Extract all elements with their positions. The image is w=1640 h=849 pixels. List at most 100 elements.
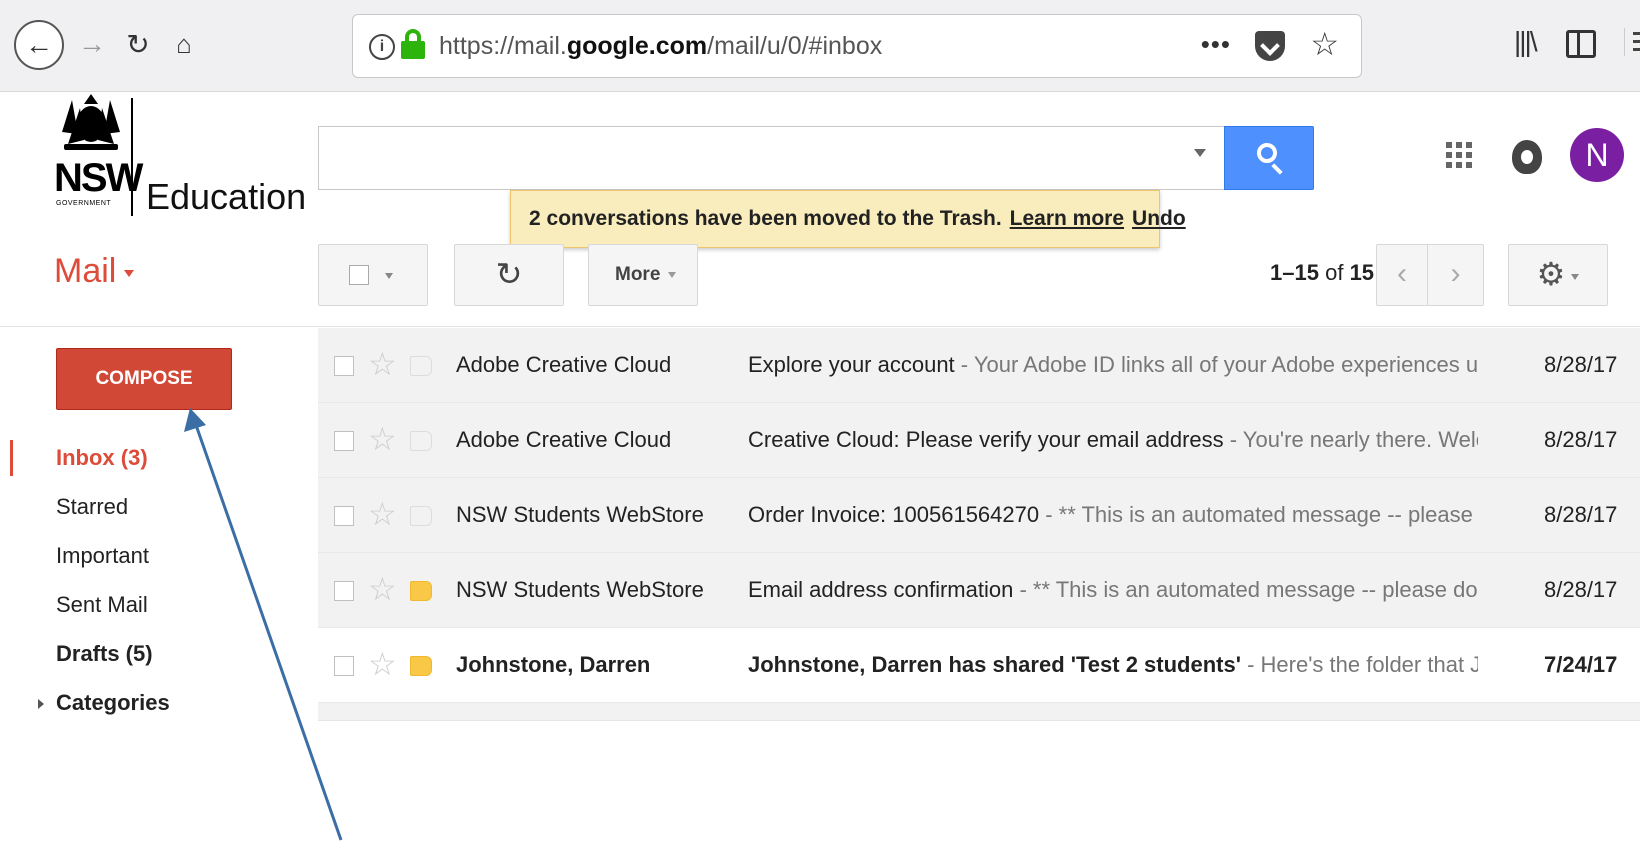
logo-divider <box>131 98 133 216</box>
avatar[interactable]: N <box>1570 128 1624 182</box>
url-text[interactable]: https://mail.google.com/mail/u/0/#inbox <box>439 32 882 61</box>
more-chevron-icon <box>668 271 677 278</box>
select-chevron-icon <box>385 273 393 279</box>
settings-button[interactable]: ⚙ <box>1508 244 1608 306</box>
search-input[interactable] <box>318 126 1226 190</box>
folder-list: Inbox (3) Starred Important Sent Mail Drafts… <box>0 436 300 730</box>
importance-marker-icon[interactable] <box>410 431 432 451</box>
newer-button[interactable]: › <box>1428 244 1484 306</box>
email-subject-line: Explore your account - Your Adobe ID lin… <box>748 328 1478 402</box>
email-subject-line: Order Invoice: 100561564270 - ** This is… <box>748 478 1478 552</box>
email-subject-line: Creative Cloud: Please verify your email… <box>748 403 1478 477</box>
email-snippet: - You're nearly there. Welcome to ( <box>1229 427 1478 452</box>
email-row[interactable]: ☆ NSW Students WebStore Email address conf… <box>318 553 1640 628</box>
email-row[interactable]: ☆ Adobe Creative Cloud Creative Cloud: Ple… <box>318 403 1640 478</box>
page-actions-icon[interactable]: ••• <box>1201 29 1231 60</box>
trash-notification: 2 conversations have been moved to the T… <box>510 190 1186 248</box>
sidebar-item-drafts[interactable]: Drafts (5) <box>0 632 300 681</box>
url-bar[interactable]: i https://mail.google.com/mail/u/0/#inbo… <box>352 14 1362 78</box>
older-button[interactable]: ‹ <box>1376 244 1428 306</box>
info-icon[interactable]: i <box>369 34 395 60</box>
importance-marker-icon[interactable] <box>410 656 432 676</box>
email-sender: NSW Students WebStore <box>456 502 704 527</box>
pocket-icon[interactable] <box>1255 31 1285 61</box>
sidebar-item-label: Sent Mail <box>56 592 148 617</box>
importance-marker-icon[interactable] <box>410 581 432 601</box>
product-name: Education <box>146 176 307 217</box>
chevron-right-icon: › <box>1450 257 1461 290</box>
star-icon[interactable]: ☆ <box>368 346 397 382</box>
email-list: ☆ Adobe Creative Cloud Explore your accoun… <box>318 328 1640 721</box>
email-subject-line: Email address confirmation - ** This is … <box>748 553 1478 627</box>
row-checkbox[interactable] <box>334 581 354 601</box>
library-icon[interactable]: |||\ <box>1514 26 1538 58</box>
row-checkbox[interactable] <box>334 506 354 526</box>
sidebar-toggle-icon[interactable] <box>1566 30 1596 58</box>
home-icon[interactable]: ⌂ <box>164 22 204 66</box>
sidebar-item-label: Categories <box>56 690 170 715</box>
sidebar-item-label: Drafts (5) <box>56 641 153 666</box>
government-text: GOVERNMENT <box>56 200 112 207</box>
sidebar-item-inbox[interactable]: Inbox (3) <box>0 436 300 485</box>
email-sender: Johnstone, Darren <box>456 652 651 677</box>
email-sender: Adobe Creative Cloud <box>456 427 672 452</box>
email-date: 8/28/17 <box>1544 577 1618 602</box>
row-checkbox[interactable] <box>334 356 354 376</box>
more-label: More <box>615 264 661 285</box>
email-row[interactable]: ☆ Johnstone, Darren Johnstone, Darren has … <box>318 628 1640 703</box>
email-snippet: - Here's the folder that Johnstone <box>1247 652 1478 677</box>
email-subject: Order Invoice: 100561564270 <box>748 502 1040 527</box>
nsw-logo[interactable]: NSW GOVERNMENT <box>54 94 143 214</box>
select-all-button[interactable] <box>318 244 428 306</box>
lock-icon[interactable] <box>401 29 425 61</box>
sidebar-item-sent-mail[interactable]: Sent Mail <box>0 583 300 632</box>
reload-icon[interactable]: ↻ <box>118 22 158 66</box>
importance-marker-icon[interactable] <box>410 506 432 526</box>
waratah-icon <box>62 94 120 150</box>
mail-switcher[interactable]: Mail <box>54 252 135 291</box>
learn-more-link[interactable]: Learn more <box>1010 207 1124 230</box>
email-date: 7/24/17 <box>1544 652 1618 677</box>
sidebar-item-label: Inbox (3) <box>56 445 148 470</box>
toast-message: 2 conversations have been moved to the T… <box>529 207 1002 230</box>
chevron-left-icon: ‹ <box>1397 257 1407 290</box>
back-arrow-icon[interactable]: ← <box>14 20 64 70</box>
email-date: 8/28/17 <box>1544 427 1618 452</box>
sidebar-item-important[interactable]: Important <box>0 534 300 583</box>
page-total: 15 <box>1349 260 1375 285</box>
sidebar-item-starred[interactable]: Starred <box>0 485 300 534</box>
forward-arrow-icon[interactable]: → <box>74 24 110 64</box>
compose-button[interactable]: COMPOSE <box>56 348 232 410</box>
star-icon[interactable]: ☆ <box>368 496 397 532</box>
apps-grid-icon[interactable] <box>1446 142 1472 168</box>
star-icon[interactable]: ☆ <box>368 646 397 682</box>
sidebar-item-categories[interactable]: Categories <box>0 681 300 730</box>
hamburger-menu-icon[interactable] <box>1624 28 1640 56</box>
bookmark-star-icon[interactable]: ☆ <box>1310 25 1339 63</box>
nsw-wordmark: NSW <box>54 156 143 200</box>
undo-link[interactable]: Undo <box>1132 207 1186 230</box>
refresh-icon: ↻ <box>495 256 523 292</box>
star-icon[interactable]: ☆ <box>368 571 397 607</box>
email-subject: Creative Cloud: Please verify your email… <box>748 427 1224 452</box>
search-button[interactable] <box>1224 126 1314 190</box>
more-button[interactable]: More <box>588 244 698 306</box>
page-of-label: of <box>1325 260 1344 285</box>
email-row-partial <box>318 703 1640 721</box>
refresh-button[interactable]: ↻ <box>454 244 564 306</box>
search-options-chevron-icon[interactable] <box>1194 149 1206 157</box>
importance-marker-icon[interactable] <box>410 356 432 376</box>
email-row[interactable]: ☆ Adobe Creative Cloud Explore your accoun… <box>318 328 1640 403</box>
email-snippet: - ** This is an automated message -- ple… <box>1019 577 1478 602</box>
email-subject: Explore your account <box>748 352 955 377</box>
row-checkbox[interactable] <box>334 431 354 451</box>
row-checkbox[interactable] <box>334 656 354 676</box>
email-snippet: - ** This is an automated message -- ple… <box>1045 502 1478 527</box>
select-checkbox-icon <box>349 265 369 285</box>
browser-toolbar: ← → ↻ ⌂ i https://mail.google.com/mail/u… <box>0 0 1640 92</box>
star-icon[interactable]: ☆ <box>368 421 397 457</box>
settings-chevron-icon <box>1571 273 1580 280</box>
expand-triangle-icon[interactable] <box>38 699 44 709</box>
email-row[interactable]: ☆ NSW Students WebStore Order Invoice: 100… <box>318 478 1640 553</box>
notifications-icon[interactable] <box>1512 140 1542 174</box>
